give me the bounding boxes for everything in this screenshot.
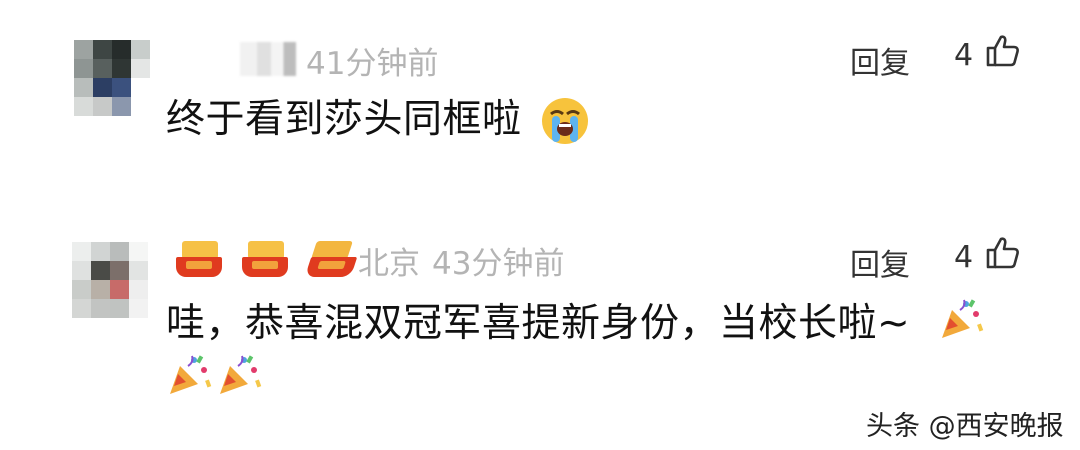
comment-time: 43分钟前: [432, 246, 565, 282]
reply-button[interactable]: 回复: [850, 240, 910, 284]
party-popper-emoji: [170, 355, 212, 394]
like-count: 4: [954, 240, 974, 275]
comment-location: 北京: [358, 246, 420, 282]
avatar[interactable]: [72, 242, 148, 318]
thumbs-up-icon[interactable]: [985, 234, 1021, 270]
party-popper-emoji: [220, 355, 262, 394]
party-popper-emoji: [942, 299, 984, 338]
comment-text: 哇，恭喜混双冠军喜提新身份，当校长啦~: [166, 301, 911, 346]
user-badges: [176, 241, 358, 279]
badge-icon: [242, 241, 290, 279]
badge-icon: [304, 241, 358, 279]
badge-icon: [176, 241, 224, 279]
source-watermark: 头条 @西安晚报: [866, 411, 1064, 442]
comment-item: 北京 43分钟前 回复 4 哇，恭喜混双冠军喜提新身份，当校长啦~: [0, 0, 1080, 394]
emoji-row: [166, 352, 262, 398]
